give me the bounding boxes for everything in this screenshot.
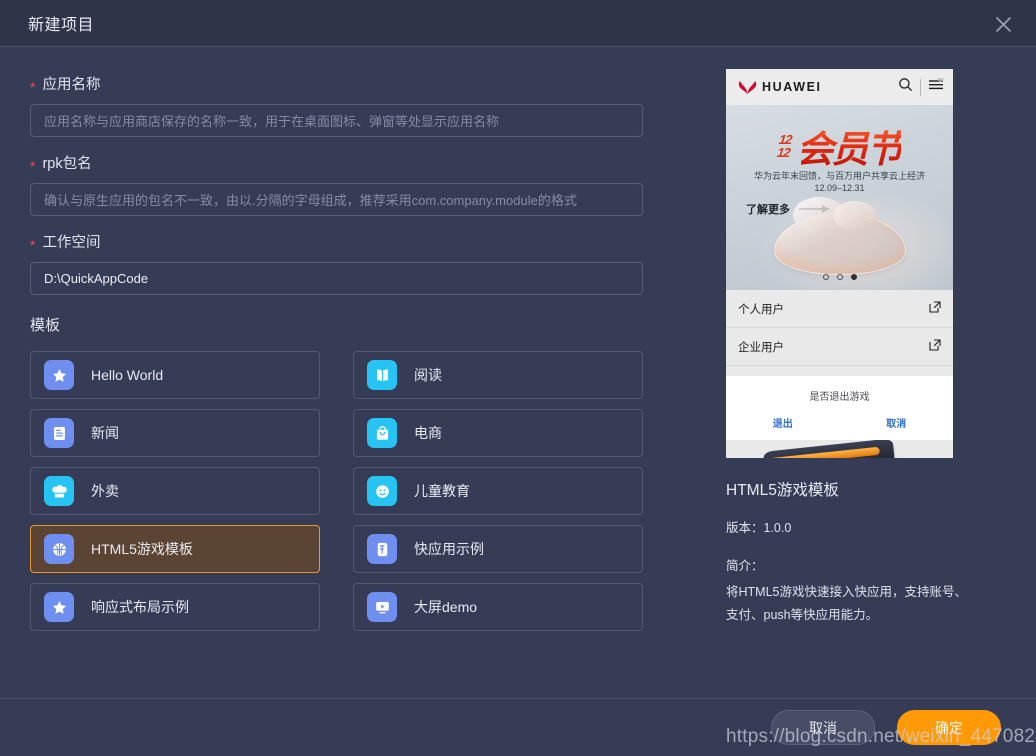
field-rpk-package: * rpk包名 确认与原生应用的包名不一致，由以.分隔的字母组成，推荐采用com… [30,152,700,216]
phone-preview: HUAWEI [726,69,953,458]
template-item[interactable]: 响应式布局示例 [30,583,320,631]
close-icon[interactable] [988,9,1018,39]
star-icon [44,592,74,622]
template-item-label: 儿童教育 [414,481,470,501]
workspace-label: * 工作空间 [30,231,700,252]
carousel-dot[interactable] [823,274,829,280]
header-divider [920,79,921,96]
template-item-label: 响应式布局示例 [91,597,189,617]
phone-row-enterprise[interactable]: 企业用户 [726,328,953,366]
banner-date-badge: 12 12 [776,133,792,160]
phone-row-label: 企业用户 [738,339,784,355]
template-item-label: 新闻 [91,423,119,443]
phone-header-actions [898,69,944,105]
cloud-illustration [774,213,906,275]
confirm-button[interactable]: 确定 [897,710,1001,745]
carousel-dot-active[interactable] [851,274,857,280]
chef-hat-icon [44,476,74,506]
required-asterisk: * [30,237,35,253]
app-name-input[interactable]: 应用名称与应用商店保存的名称一致，用于在桌面图标、弹窗等处显示应用名称 [30,104,643,137]
external-link-icon [929,301,941,316]
phone-dialog-cancel-button[interactable]: 取消 [840,415,954,430]
template-item[interactable]: 电商 [353,409,643,457]
basketball-icon [44,534,74,564]
field-workspace: * 工作空间 D:\QuickAppCode [30,231,700,295]
phone-dialog-exit-button[interactable]: 退出 [726,415,840,430]
template-grid: Hello World 阅读新闻 电商外卖 儿童教育 HTML5游戏模板 快应用示例响应式… [30,351,643,631]
phone-row-personal[interactable]: 个人用户 [726,290,953,328]
template-item[interactable]: 外卖 [30,467,320,515]
phone-header: HUAWEI [726,69,953,105]
huawei-logo-icon: HUAWEI [738,80,822,95]
banner-carousel-dots [726,274,953,280]
banner-date-range: 12.09–12.31 [726,183,953,193]
child-face-icon [367,476,397,506]
banner-cta-text: 了解更多 [746,201,790,217]
dialog-footer: 取消 确定 [0,698,1036,756]
preview-intro-text: 将HTML5游戏快速接入快应用，支持账号、支付、push等快应用能力。 [726,581,976,627]
template-item-label: 外卖 [91,481,119,501]
phone-dialog-message: 是否退出游戏 [726,388,953,403]
shopping-bag-icon [367,418,397,448]
app-name-label-text: 应用名称 [42,73,100,94]
device-illustration [763,440,895,458]
quickapp-f-icon [367,534,397,564]
huawei-brand-text: HUAWEI [762,80,822,94]
phone-dialog-actions: 退出 取消 [726,415,953,430]
star-icon [44,360,74,390]
templates-section-label: 模板 [30,314,700,335]
rpk-package-label: * rpk包名 [30,152,700,173]
template-item-label: 快应用示例 [414,539,484,559]
template-item[interactable]: 新闻 [30,409,320,457]
template-item-label: 阅读 [414,365,442,385]
phone-exit-dialog: 是否退出游戏 退出 取消 [726,376,953,440]
cancel-button[interactable]: 取消 [771,710,875,745]
template-item[interactable]: 大屏demo [353,583,643,631]
external-link-icon [929,339,941,354]
preview-intro-label: 简介： [726,555,1036,574]
template-item-label: Hello World [91,367,163,383]
banner-headline: 会员节 [796,119,901,173]
phone-bottom-strip [726,440,953,458]
preview-title: HTML5游戏模板 [726,478,1036,500]
dialog-body: * 应用名称 应用名称与应用商店保存的名称一致，用于在桌面图标、弹窗等处显示应用… [0,47,1036,698]
banner-subtitle: 华为云年末回馈，与百万用户共享云上经济 [726,169,953,182]
required-asterisk: * [30,158,35,174]
hamburger-menu-icon[interactable] [928,78,944,96]
news-doc-icon [44,418,74,448]
app-name-label: * 应用名称 [30,73,700,94]
template-item[interactable]: 快应用示例 [353,525,643,573]
template-item-label: 电商 [414,423,442,443]
screen-play-icon [367,592,397,622]
field-app-name: * 应用名称 应用名称与应用商店保存的名称一致，用于在桌面图标、弹窗等处显示应用… [30,73,700,137]
preview-column: HUAWEI [700,47,1036,698]
preview-version: 版本：1.0.0 [726,517,1036,536]
banner-headline-group: 12 12 会员节 [726,119,953,173]
dialog-title: 新建项目 [28,11,94,35]
workspace-input[interactable]: D:\QuickAppCode [30,262,643,295]
template-item[interactable]: 儿童教育 [353,467,643,515]
rpk-package-label-text: rpk包名 [42,152,91,173]
new-project-dialog: 新建项目 * 应用名称 应用名称与应用商店保存的名称一致，用于在桌面图标、弹窗等… [0,0,1036,756]
template-item[interactable]: HTML5游戏模板 [30,525,320,573]
workspace-label-text: 工作空间 [42,231,100,252]
template-item-label: HTML5游戏模板 [91,539,193,559]
book-icon [367,360,397,390]
required-asterisk: * [30,79,35,95]
search-icon[interactable] [898,77,913,97]
phone-row-label: 个人用户 [738,301,784,317]
form-column: * 应用名称 应用名称与应用商店保存的名称一致，用于在桌面图标、弹窗等处显示应用… [0,47,700,698]
template-item[interactable]: Hello World [30,351,320,399]
phone-banner: 12 12 会员节 华为云年末回馈，与百万用户共享云上经济 12.09–12.3… [726,105,953,290]
rpk-package-input[interactable]: 确认与原生应用的包名不一致，由以.分隔的字母组成，推荐采用com.company… [30,183,643,216]
template-item[interactable]: 阅读 [353,351,643,399]
template-item-label: 大屏demo [414,597,477,617]
carousel-dot[interactable] [837,274,843,280]
dialog-titlebar: 新建项目 [0,0,1036,47]
